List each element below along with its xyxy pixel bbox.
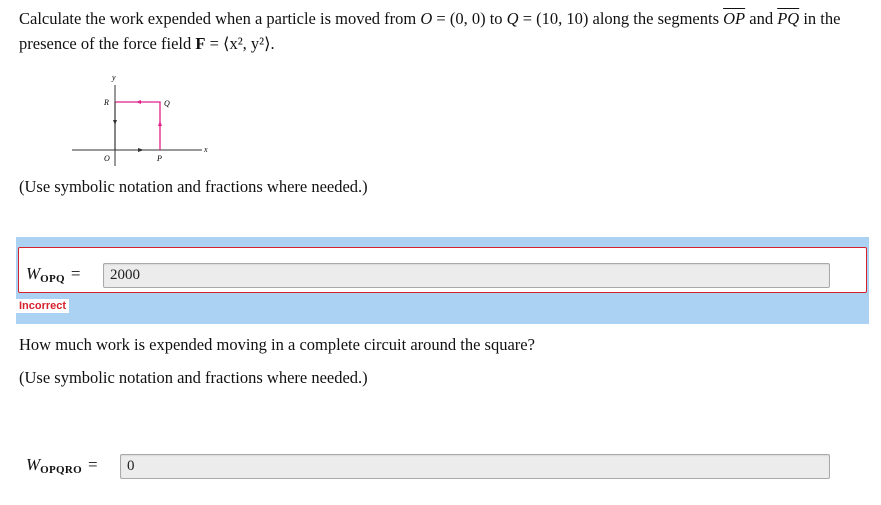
point-q: Q — [506, 9, 519, 28]
question-text-part: = (0, 0) to — [432, 9, 507, 28]
label-y: y — [111, 73, 116, 82]
instruction-note-1: (Use symbolic notation and fractions whe… — [19, 177, 368, 196]
force-field-expression: = ⟨x², y²⟩. — [205, 34, 275, 53]
force-symbol: F — [195, 34, 206, 53]
arrow-pq — [158, 121, 162, 126]
question-text-part: and — [745, 9, 778, 28]
arrow-qr — [136, 100, 141, 104]
label-o: O — [104, 154, 110, 163]
question-text: Calculate the work expended when a parti… — [19, 6, 869, 56]
label-r: R — [103, 98, 109, 107]
arrow-ro — [113, 120, 117, 125]
segment-op: OP — [723, 9, 746, 28]
instruction-note-2: (Use symbolic notation and fractions whe… — [19, 368, 368, 387]
arrow-op — [138, 148, 144, 152]
work-symbol: W — [26, 264, 41, 283]
label-q: Q — [164, 99, 170, 108]
answer-input-1[interactable]: 2000 — [103, 263, 830, 288]
question-text-part: = (10, 10) along the segments — [518, 9, 724, 28]
status-badge: Incorrect — [16, 299, 70, 313]
path-diagram: y x R Q O P — [72, 73, 208, 166]
answer-input-2[interactable]: 0 — [120, 454, 830, 479]
equals-sign: = — [88, 455, 98, 474]
work-subscript: OPQRO — [40, 464, 83, 476]
answer-label-1: WOPQ = — [26, 264, 81, 285]
label-p: P — [156, 154, 162, 163]
question-text-part: Calculate the work expended when a parti… — [19, 9, 421, 28]
equals-sign: = — [70, 264, 81, 283]
question-2-text: How much work is expended moving in a co… — [19, 335, 535, 354]
answer-label-2: WOPQRO = — [26, 455, 98, 476]
segment-pqr-line — [115, 101, 161, 150]
segment-pq: PQ — [777, 9, 800, 28]
work-subscript: OPQ — [40, 273, 65, 285]
work-symbol: W — [26, 455, 41, 474]
label-x: x — [203, 145, 208, 154]
point-o: O — [420, 9, 433, 28]
